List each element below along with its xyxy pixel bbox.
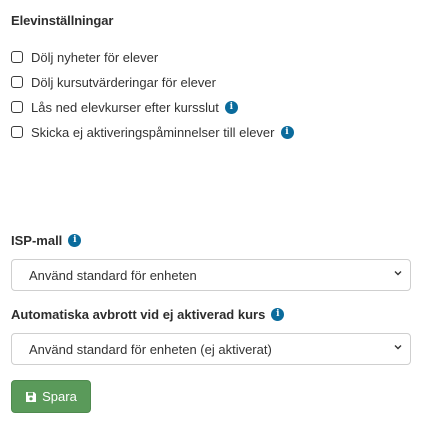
info-icon[interactable]: i — [224, 100, 238, 114]
option-lock-student-courses[interactable]: Lås ned elevkurser efter kursslut i — [11, 98, 238, 116]
auto-abort-select[interactable]: Använd standard för enheten (ej aktivera… — [11, 333, 411, 365]
hide-course-evaluations-label: Dölj kursutvärderingar för elever — [31, 74, 216, 90]
isp-template-label: ISP-mall i — [11, 233, 82, 248]
info-icon[interactable]: i — [280, 125, 294, 139]
info-icon[interactable]: i — [68, 234, 82, 247]
save-button-label: Spara — [42, 389, 77, 404]
chevron-down-icon — [394, 345, 402, 350]
auto-abort-label-text: Automatiska avbrott vid ej aktiverad kur… — [11, 307, 266, 322]
hide-news-checkbox[interactable] — [11, 51, 23, 63]
isp-template-selected-value: Använd standard för enheten — [29, 267, 197, 283]
floppy-disk-icon — [25, 391, 37, 403]
no-activation-reminders-label: Skicka ej aktiveringspåminnelser till el… — [31, 124, 275, 140]
save-button[interactable]: Spara — [11, 380, 91, 413]
lock-student-courses-checkbox[interactable] — [11, 101, 23, 113]
auto-abort-label: Automatiska avbrott vid ej aktiverad kur… — [11, 307, 285, 322]
isp-template-select[interactable]: Använd standard för enheten — [11, 259, 411, 291]
option-hide-course-evaluations[interactable]: Dölj kursutvärderingar för elever — [11, 73, 216, 91]
option-hide-news[interactable]: Dölj nyheter för elever — [11, 48, 158, 66]
option-no-activation-reminders[interactable]: Skicka ej aktiveringspåminnelser till el… — [11, 123, 294, 141]
no-activation-reminders-checkbox[interactable] — [11, 126, 23, 138]
lock-student-courses-label: Lås ned elevkurser efter kursslut — [31, 99, 219, 115]
isp-template-label-text: ISP-mall — [11, 233, 63, 248]
info-icon[interactable]: i — [271, 308, 285, 321]
auto-abort-selected-value: Använd standard för enheten (ej aktivera… — [29, 341, 272, 357]
chevron-down-icon — [394, 271, 402, 276]
student-settings-title: Elevinställningar — [11, 13, 114, 28]
hide-news-label: Dölj nyheter för elever — [31, 49, 159, 65]
hide-course-evaluations-checkbox[interactable] — [11, 76, 23, 88]
